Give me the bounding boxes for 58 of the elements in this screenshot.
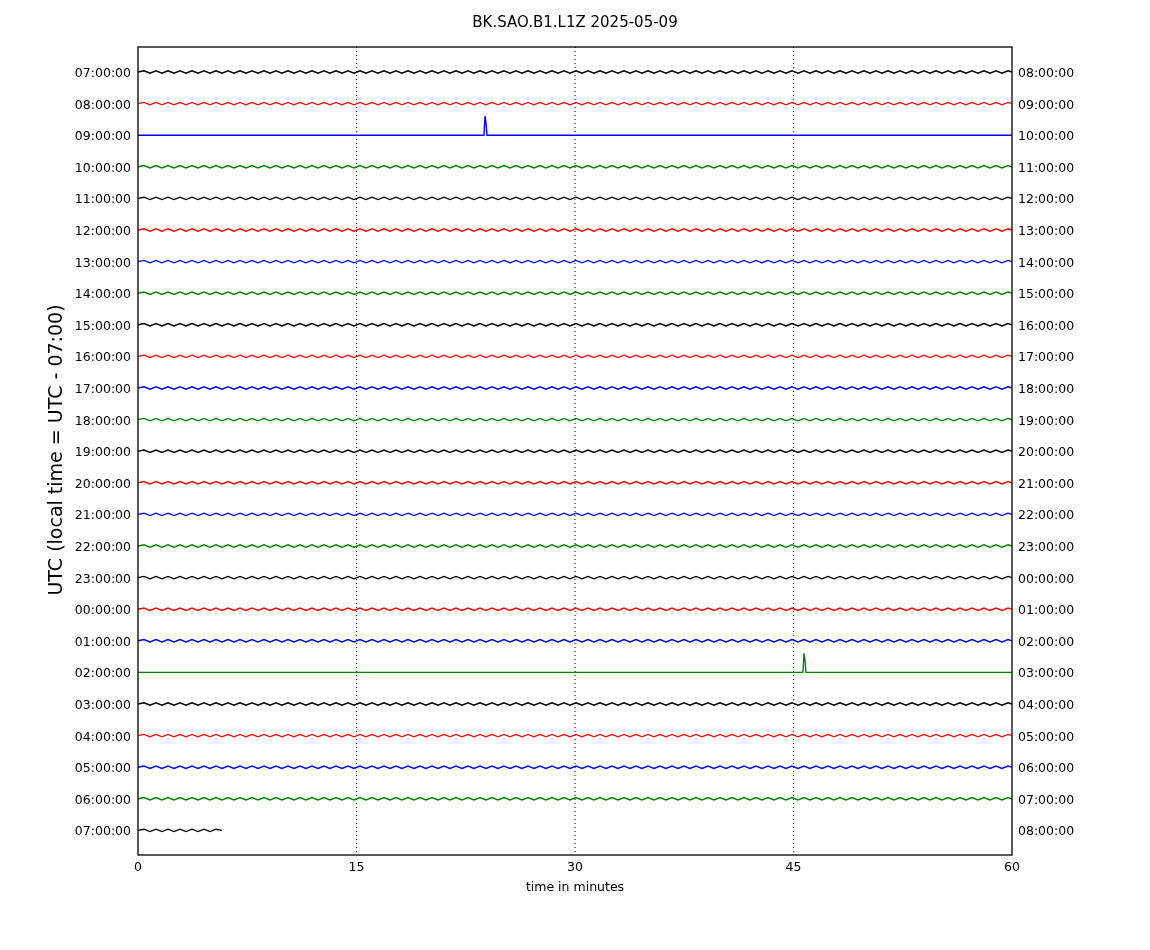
y-tick-label: 15:00:00 xyxy=(1018,286,1075,302)
y-tick-label: 08:00:00 xyxy=(74,96,131,112)
y-tick-label: 19:00:00 xyxy=(74,444,131,460)
y-tick-label: 18:00:00 xyxy=(1018,381,1075,396)
y-tick-label: 20:00:00 xyxy=(1018,444,1075,460)
y-tick-label: 07:00:00 xyxy=(74,823,131,839)
y-axis-label: UTC (local time = UTC - 07:00) xyxy=(44,304,66,596)
y-tick-label: 17:00:00 xyxy=(74,381,131,396)
y-tick-label: 22:00:00 xyxy=(74,539,131,554)
y-tick-label: 17:00:00 xyxy=(1018,349,1075,365)
y-tick-label: 21:00:00 xyxy=(1018,475,1075,491)
y-tick-label: 16:00:00 xyxy=(1018,317,1075,333)
y-tick-label: 15:00:00 xyxy=(74,317,131,333)
y-tick-label: 08:00:00 xyxy=(1018,65,1075,80)
y-tick-label: 03:00:00 xyxy=(1018,665,1075,681)
y-tick-label: 00:00:00 xyxy=(74,602,131,618)
y-tick-label: 11:00:00 xyxy=(1018,159,1075,175)
y-tick-label: 14:00:00 xyxy=(1018,254,1075,270)
y-tick-label: 20:00:00 xyxy=(74,475,131,491)
y-tick-label: 11:00:00 xyxy=(74,191,131,207)
y-tick-label: 00:00:00 xyxy=(1018,570,1075,586)
y-tick-label: 23:00:00 xyxy=(1018,539,1075,554)
y-tick-label: 07:00:00 xyxy=(1018,791,1075,807)
y-tick-label: 01:00:00 xyxy=(74,633,131,649)
y-tick-label: 06:00:00 xyxy=(74,791,131,807)
y-tick-label: 13:00:00 xyxy=(1018,223,1075,238)
y-tick-label: 07:00:00 xyxy=(74,65,131,80)
x-tick-label: 15 xyxy=(348,859,365,874)
x-tick-label: 45 xyxy=(785,859,802,874)
y-tick-label: 05:00:00 xyxy=(1018,728,1075,744)
y-tick-label: 04:00:00 xyxy=(74,728,131,744)
y-tick-label: 04:00:00 xyxy=(1018,697,1075,712)
y-tick-label: 14:00:00 xyxy=(74,286,131,302)
y-tick-label: 12:00:00 xyxy=(74,223,131,238)
x-axis-label: time in minutes xyxy=(525,879,625,894)
y-tick-label: 10:00:00 xyxy=(74,159,131,175)
y-tick-label: 22:00:00 xyxy=(1018,507,1075,523)
y-tick-label: 19:00:00 xyxy=(1018,412,1075,428)
y-tick-label: 06:00:00 xyxy=(1018,760,1075,776)
x-tick-label: 0 xyxy=(134,859,142,874)
y-tick-label: 13:00:00 xyxy=(74,254,131,270)
x-tick-label: 60 xyxy=(1004,859,1020,874)
x-tick-label: 30 xyxy=(567,859,583,874)
y-tick-label: 02:00:00 xyxy=(1018,633,1075,649)
y-tick-label: 08:00:00 xyxy=(1018,823,1075,839)
chart-title: BK.SAO.B1.L1Z 2025-05-09 xyxy=(472,13,678,31)
y-tick-label: 18:00:00 xyxy=(74,412,131,428)
y-tick-label: 05:00:00 xyxy=(74,760,131,776)
y-tick-label: 10:00:00 xyxy=(1018,128,1075,144)
y-tick-label: 01:00:00 xyxy=(1018,602,1075,618)
y-tick-label: 09:00:00 xyxy=(1018,96,1075,112)
y-tick-label: 16:00:00 xyxy=(74,349,131,365)
y-tick-label: 12:00:00 xyxy=(1018,191,1075,207)
y-tick-label: 21:00:00 xyxy=(74,507,131,523)
y-tick-label: 03:00:00 xyxy=(74,697,131,712)
y-tick-label: 23:00:00 xyxy=(74,570,131,586)
y-tick-label: 09:00:00 xyxy=(74,128,131,144)
y-tick-label: 02:00:00 xyxy=(74,665,131,681)
